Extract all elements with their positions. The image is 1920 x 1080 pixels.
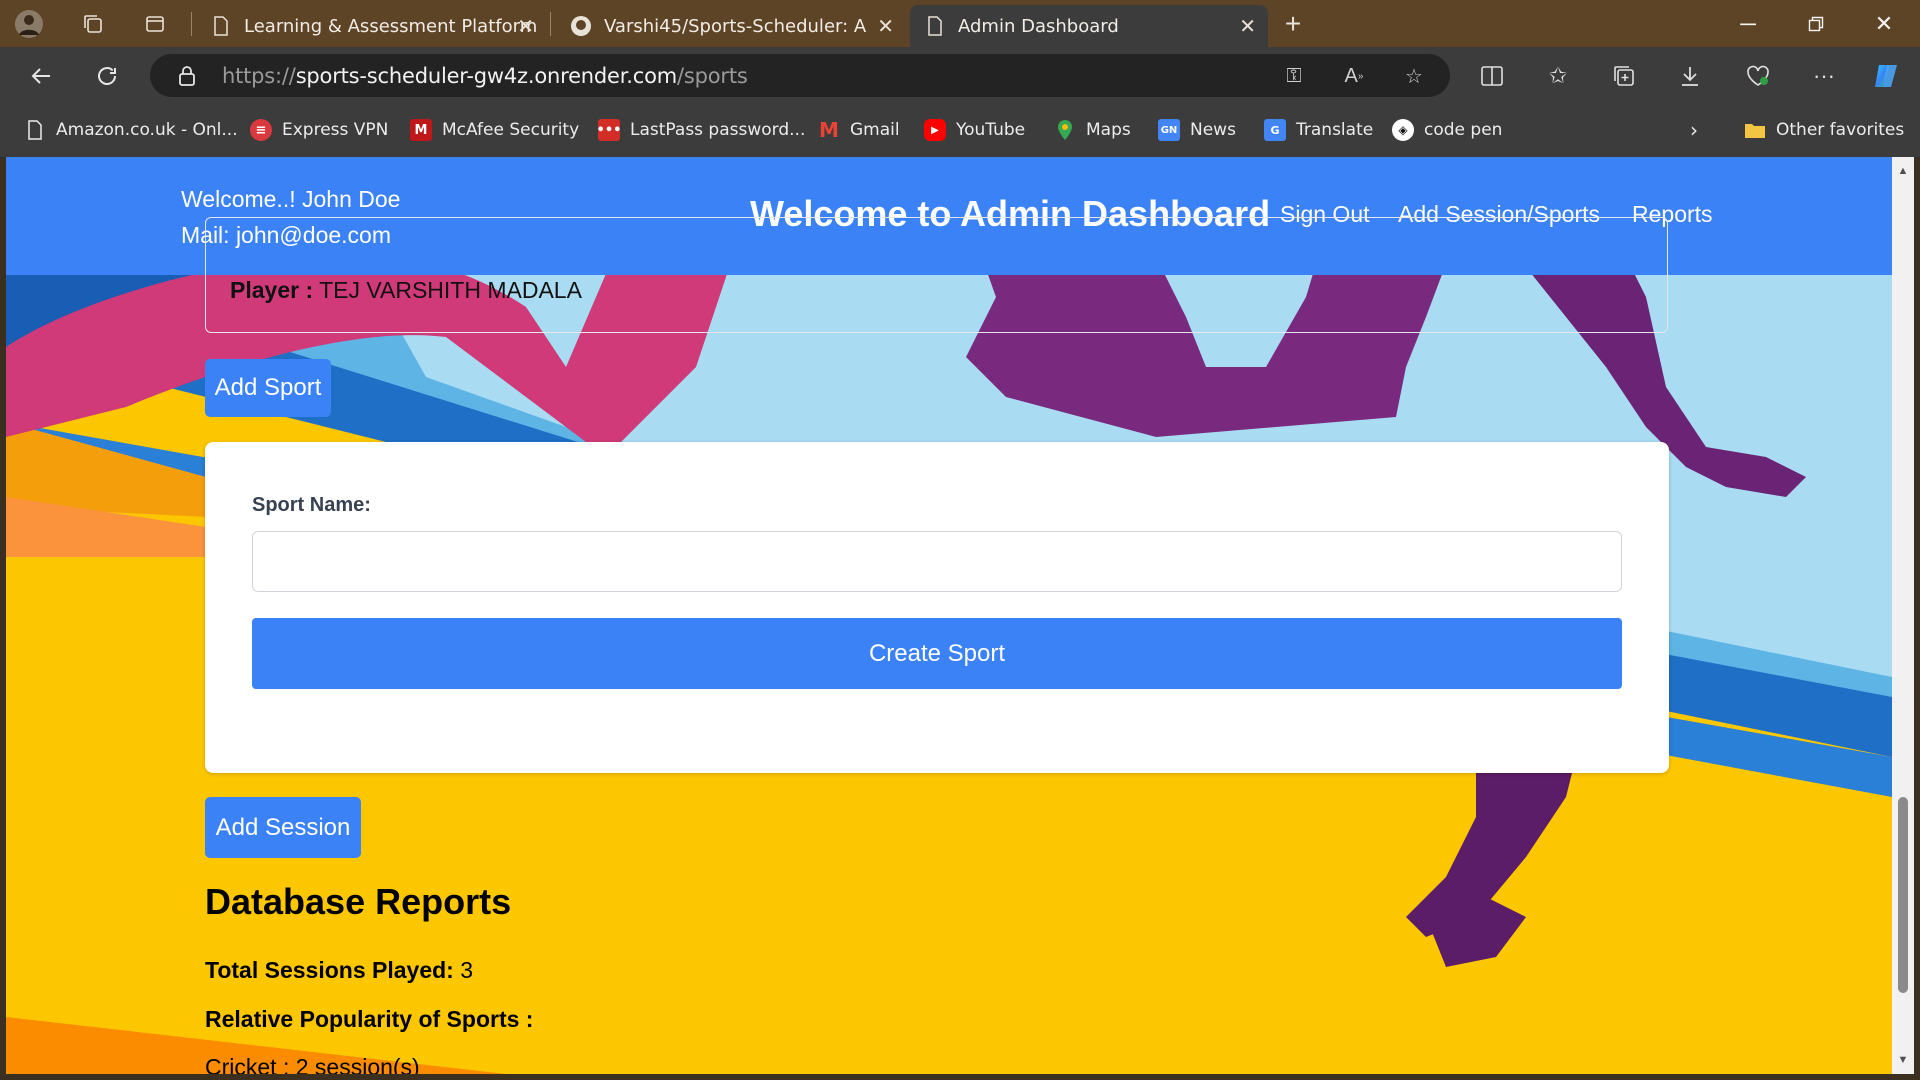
bookmark-codepen[interactable]: ◈ code pen xyxy=(1392,117,1502,143)
key-icon[interactable]: ⚿ xyxy=(1280,62,1308,90)
bookmark-maps[interactable]: Maps xyxy=(1054,117,1131,143)
bookmark-label: code pen xyxy=(1424,120,1503,140)
split-screen-icon[interactable] xyxy=(1474,58,1510,94)
bookmark-mcafee[interactable]: M McAfee Security xyxy=(410,117,579,143)
player-name: TEJ VARSHITH MADALA xyxy=(319,277,582,303)
bookmark-label: Translate xyxy=(1296,120,1374,140)
lock-icon[interactable] xyxy=(178,65,196,92)
tab-title: Learning & Assessment Platform xyxy=(244,15,536,37)
close-window-icon[interactable]: ✕ xyxy=(1856,4,1912,44)
total-sessions-label: Total Sessions Played: xyxy=(205,957,454,983)
tab-bar: Learning & Assessment Platform ✕ Varshi4… xyxy=(0,0,1920,47)
close-tab-icon[interactable]: ✕ xyxy=(517,14,534,38)
scroll-up-arrow-icon[interactable]: ▲ xyxy=(1897,165,1909,177)
sport-form-card: Sport Name: Create Sport xyxy=(205,442,1669,773)
welcome-text: Welcome..! John Doe xyxy=(181,186,401,212)
bookmark-news[interactable]: GN News xyxy=(1158,117,1236,143)
github-icon xyxy=(570,15,592,37)
minimize-icon[interactable]: ─ xyxy=(1720,4,1776,44)
bookmark-translate[interactable]: G Translate xyxy=(1264,117,1373,143)
sport-name-label: Sport Name: xyxy=(252,494,371,516)
tab-actions-icon[interactable] xyxy=(140,9,170,39)
add-sport-button[interactable]: Add Sport xyxy=(205,359,331,417)
url-path: /sports xyxy=(676,64,748,88)
mcafee-icon: M xyxy=(410,119,432,141)
popularity-heading: Relative Popularity of Sports : xyxy=(205,1006,533,1033)
favorites-icon[interactable]: ✩ xyxy=(1540,58,1576,94)
bookmark-express-vpn[interactable]: ≡ Express VPN xyxy=(250,117,388,143)
popularity-label: Relative Popularity of Sports : xyxy=(205,1006,534,1032)
tab-title: Admin Dashboard xyxy=(958,15,1119,37)
news-icon: GN xyxy=(1158,119,1180,141)
page-icon xyxy=(924,15,946,37)
folder-icon xyxy=(1744,119,1766,141)
add-session-button[interactable]: Add Session xyxy=(205,797,361,858)
total-sessions-line: Total Sessions Played: 3 xyxy=(205,957,473,984)
url-scheme: https:// xyxy=(222,64,296,88)
bookmark-other-favorites[interactable]: Other favorites xyxy=(1744,117,1904,143)
profile-avatar-icon[interactable] xyxy=(14,9,44,39)
page-icon xyxy=(24,119,46,141)
bookmark-label: YouTube xyxy=(956,120,1026,140)
gmail-icon: M xyxy=(819,118,839,142)
sport-popularity-item: Cricket : 2 session(s) xyxy=(205,1054,420,1074)
codepen-icon: ◈ xyxy=(1392,119,1414,141)
tab-learning-platform[interactable]: Learning & Assessment Platform ✕ xyxy=(196,5,546,47)
scrollbar-thumb[interactable] xyxy=(1898,797,1908,993)
page-scrollbar[interactable]: ▲ ▼ xyxy=(1892,157,1914,1074)
bookmark-label: Maps xyxy=(1086,120,1131,140)
player-line: Player : TEJ VARSHITH MADALA xyxy=(230,277,582,304)
database-reports-heading: Database Reports xyxy=(205,881,512,922)
sport-name-input[interactable] xyxy=(252,531,1622,592)
restore-icon[interactable] xyxy=(1788,4,1844,44)
player-label: Player : xyxy=(230,277,314,303)
read-aloud-icon[interactable]: A» xyxy=(1340,62,1368,90)
favorite-star-icon[interactable]: ☆ xyxy=(1400,62,1428,90)
back-icon[interactable] xyxy=(22,57,60,95)
address-bar[interactable]: https://sports-scheduler-gw4z.onrender.c… xyxy=(150,54,1450,97)
more-options-icon[interactable]: ··· xyxy=(1806,58,1842,94)
address-toolbar: https://sports-scheduler-gw4z.onrender.c… xyxy=(0,47,1920,104)
bookmark-label: Amazon.co.uk - Onl... xyxy=(56,120,238,140)
create-sport-button[interactable]: Create Sport xyxy=(252,618,1622,689)
bookmark-label: Gmail xyxy=(850,120,900,140)
scroll-down-arrow-icon[interactable]: ▼ xyxy=(1897,1054,1909,1066)
close-tab-icon[interactable]: ✕ xyxy=(1239,14,1256,38)
bookmark-label: Express VPN xyxy=(282,120,389,140)
bookmark-label: News xyxy=(1190,120,1236,140)
youtube-icon: ▶ xyxy=(924,119,946,141)
page-viewport: Welcome..! John Doe Mail: john@doe.com W… xyxy=(6,157,1892,1074)
url-host: sports-scheduler-gw4z.onrender.com xyxy=(295,64,677,88)
session-card xyxy=(205,217,1668,333)
copilot-icon[interactable] xyxy=(1868,58,1904,94)
bookmark-lastpass[interactable]: ••• LastPass password... xyxy=(597,117,806,143)
browser-essentials-icon[interactable] xyxy=(1740,58,1776,94)
maps-icon xyxy=(1054,119,1076,141)
url-text[interactable]: https://sports-scheduler-gw4z.onrender.c… xyxy=(222,64,748,88)
bookmark-label: McAfee Security xyxy=(442,120,580,140)
bookmarks-bar: Amazon.co.uk - Onl... ≡ Express VPN M Mc… xyxy=(0,104,1920,158)
refresh-icon[interactable] xyxy=(88,57,126,95)
bookmark-label: LastPass password... xyxy=(630,120,806,140)
page-icon xyxy=(210,15,232,37)
tab-admin-dashboard[interactable]: Admin Dashboard ✕ xyxy=(910,5,1268,47)
tab-title: Varshi45/Sports-Scheduler: A Spo xyxy=(604,15,866,37)
workspaces-icon[interactable] xyxy=(78,9,108,39)
bookmark-gmail[interactable]: M Gmail xyxy=(818,117,900,143)
tab-github-repo[interactable]: Varshi45/Sports-Scheduler: A Spo ✕ xyxy=(556,5,906,47)
bookmark-label: Other favorites xyxy=(1776,120,1905,140)
expressvpn-icon: ≡ xyxy=(250,119,272,141)
total-sessions-value: 3 xyxy=(460,957,474,983)
translate-icon: G xyxy=(1264,119,1286,141)
bookmark-youtube[interactable]: ▶ YouTube xyxy=(924,117,1025,143)
collections-icon[interactable] xyxy=(1606,58,1642,94)
new-tab-icon[interactable]: + xyxy=(1278,8,1308,39)
downloads-icon[interactable] xyxy=(1672,58,1708,94)
lastpass-icon: ••• xyxy=(597,119,621,141)
bookmark-amazon[interactable]: Amazon.co.uk - Onl... xyxy=(24,117,238,143)
close-tab-icon[interactable]: ✕ xyxy=(877,14,894,38)
bookmarks-overflow-chevron-icon[interactable]: › xyxy=(1690,117,1698,143)
